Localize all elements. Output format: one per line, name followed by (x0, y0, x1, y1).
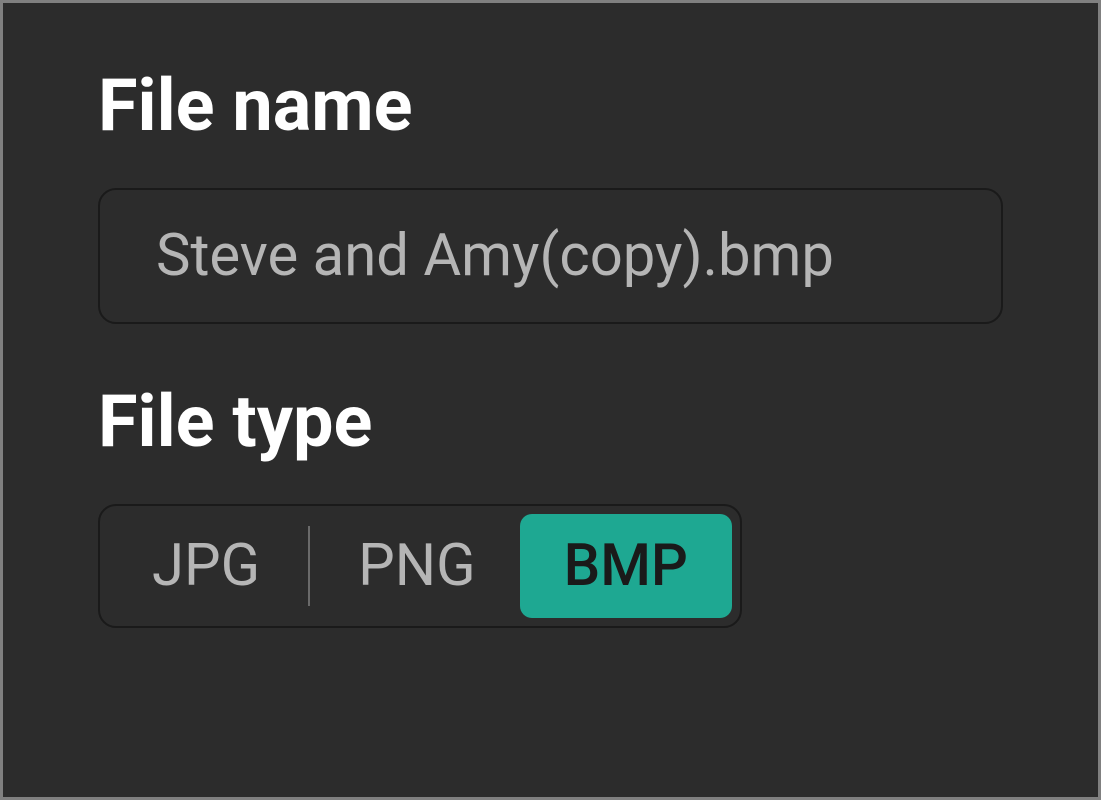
file-type-selector: JPG PNG BMP (98, 504, 742, 628)
file-save-dialog: File name File type JPG PNG BMP (3, 3, 1098, 797)
file-type-option-png[interactable]: PNG (314, 514, 519, 618)
file-name-label: File name (98, 63, 1003, 148)
file-name-input[interactable] (98, 188, 1003, 324)
segment-divider (308, 526, 310, 606)
file-type-label: File type (98, 379, 1003, 464)
file-name-group: File name (98, 63, 1003, 324)
file-type-option-bmp[interactable]: BMP (520, 514, 732, 618)
file-type-option-jpg[interactable]: JPG (108, 514, 304, 618)
file-type-group: File type JPG PNG BMP (98, 379, 1003, 628)
